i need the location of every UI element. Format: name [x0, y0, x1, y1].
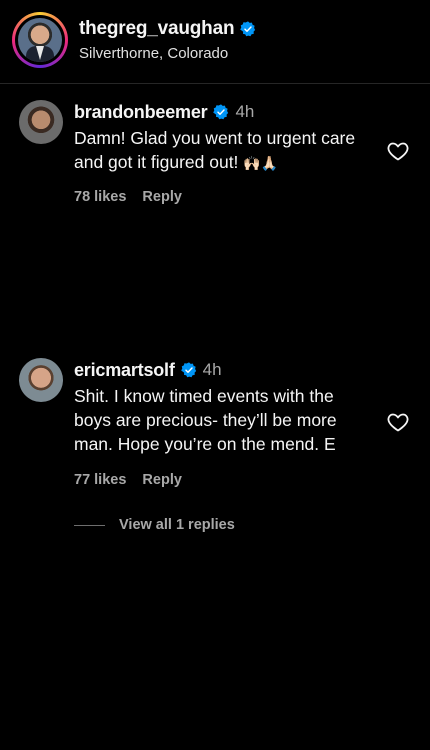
- reply-button[interactable]: Reply: [142, 472, 182, 488]
- avatar[interactable]: [19, 100, 63, 144]
- verified-badge-icon: [180, 362, 196, 378]
- like-heart-icon[interactable]: [386, 139, 410, 163]
- likes-count[interactable]: 77 likes: [74, 472, 126, 488]
- comment-username[interactable]: brandonbeemer: [74, 102, 208, 123]
- view-replies-button[interactable]: View all 1 replies: [74, 517, 235, 533]
- comments-screen: thegreg_vaughan Silverthorne, Colorado b…: [0, 0, 430, 750]
- comment-text: Shit. I know timed events with the boys …: [74, 386, 337, 454]
- verified-badge-icon: [240, 21, 256, 37]
- likes-count[interactable]: 78 likes: [74, 189, 126, 205]
- profile-avatar[interactable]: [18, 18, 62, 62]
- emoji: 🙌🏻🙏🏻: [243, 155, 279, 171]
- avatar[interactable]: [19, 358, 63, 402]
- post-header: thegreg_vaughan Silverthorne, Colorado: [0, 0, 430, 84]
- reply-button[interactable]: Reply: [142, 189, 182, 205]
- divider: [74, 524, 105, 526]
- header-username[interactable]: thegreg_vaughan: [79, 18, 235, 40]
- comment-text: Damn! Glad you went to urgent care and g…: [74, 128, 356, 172]
- header-location[interactable]: Silverthorne, Colorado: [79, 45, 228, 62]
- comment-time: 4h: [235, 102, 255, 121]
- view-replies-label: View all 1 replies: [119, 517, 235, 533]
- like-heart-icon[interactable]: [386, 410, 410, 434]
- verified-badge-icon: [213, 104, 229, 120]
- story-ring[interactable]: [12, 12, 68, 68]
- comment-time: 4h: [202, 360, 222, 379]
- comment-username[interactable]: ericmartsolf: [74, 360, 175, 381]
